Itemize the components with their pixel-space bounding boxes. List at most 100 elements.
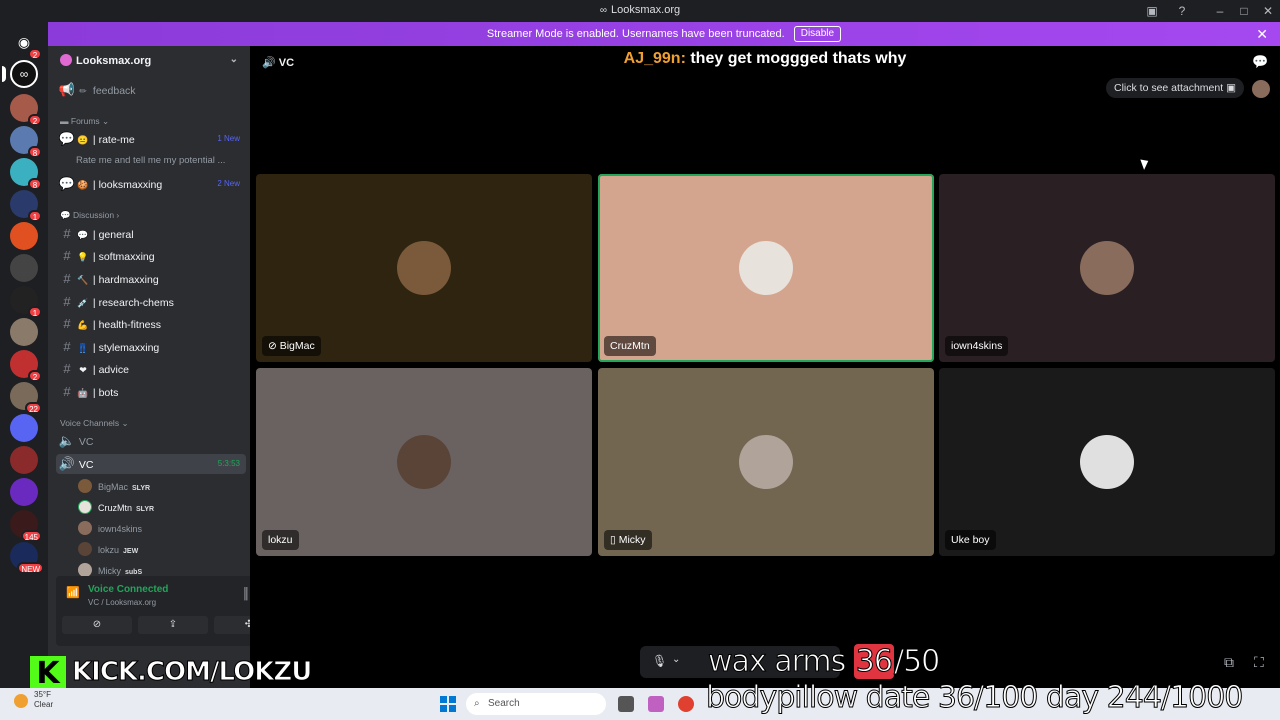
video-tile[interactable]: iown4skins: [939, 174, 1275, 362]
face-icon: 😐: [77, 135, 89, 145]
chat-text: they get moggged thats why: [690, 50, 907, 67]
channel-looksmaxxing[interactable]: 💬 🍪 | looksmaxxing 2 New: [56, 174, 246, 194]
server-icon[interactable]: [10, 254, 38, 282]
pencil-icon: ✏: [79, 86, 87, 96]
bodypillow-day-counter: bodypillow date 36/100 day 244/1000: [705, 680, 1243, 716]
server-icon[interactable]: 22: [10, 382, 42, 414]
server-icon[interactable]: 1: [10, 286, 42, 318]
channel-general[interactable]: # 💬 | general: [56, 224, 246, 244]
server-icon[interactable]: 8: [10, 158, 42, 190]
category-forums[interactable]: ▬ Forums ⌄: [60, 116, 109, 127]
help-icon[interactable]: ?: [1174, 3, 1190, 19]
channel-health-fitness[interactable]: # 💪 | health-fitness: [56, 314, 246, 334]
channel-rate-me[interactable]: 💬 😐 | rate-me 1 New: [56, 129, 246, 149]
category-discussion[interactable]: 💬 Discussion ›: [60, 210, 119, 221]
avatar: [1080, 435, 1134, 489]
close-window-button[interactable]: ✕: [1260, 3, 1276, 19]
voice-status[interactable]: Voice Connected: [88, 584, 168, 595]
channel-advice[interactable]: # ❤ | advice: [56, 359, 246, 379]
tile-name: Uke boy: [945, 530, 996, 550]
thread-rate-me[interactable]: Rate me and tell me my potential ...: [76, 151, 246, 171]
avatar: [78, 563, 92, 577]
forum-icon: 💬: [58, 131, 76, 146]
kick-url-overlay: KICK.COM/LOKZU: [71, 657, 312, 688]
avatar: [739, 241, 793, 295]
server-icon[interactable]: 2: [10, 94, 42, 126]
video-tile[interactable]: ▯ Micky: [598, 368, 934, 556]
avatar: [78, 521, 92, 535]
video-tile[interactable]: lokzu: [256, 368, 592, 556]
video-tile[interactable]: ⊘ BigMac: [256, 174, 592, 362]
share-screen-button[interactable]: ⇪: [138, 616, 208, 634]
wax-arms-counter: wax arms 36/50: [708, 644, 941, 680]
channel-hardmaxxing[interactable]: # 🔨 | hardmaxxing: [56, 269, 246, 289]
server-icon[interactable]: 8: [10, 126, 42, 158]
tile-name: iown4skins: [945, 336, 1009, 356]
voice-member[interactable]: lokzu JEW: [78, 541, 138, 559]
windows-start-icon[interactable]: [440, 696, 456, 712]
weather-icon[interactable]: [14, 694, 28, 708]
infinity-icon: ∞: [599, 5, 608, 16]
avatar: [1252, 80, 1270, 98]
kick-logo: K: [30, 656, 66, 692]
taskbar-search[interactable]: ⌕ Search: [466, 693, 606, 715]
video-icon[interactable]: [10, 414, 38, 442]
chrome-icon[interactable]: [678, 696, 694, 712]
popout-icon[interactable]: ⧉: [1224, 654, 1234, 671]
voice-member[interactable]: BigMac SLYR: [78, 478, 150, 496]
server-icon[interactable]: 1: [10, 190, 42, 222]
category-voice[interactable]: Voice Channels ⌄: [60, 418, 129, 429]
server-icon[interactable]: 145: [10, 510, 42, 542]
video-tile[interactable]: Uke boy: [939, 368, 1275, 556]
guild-header[interactable]: Looksmax.org ⌄: [48, 46, 250, 78]
avatar: [397, 241, 451, 295]
image-icon: ▣: [1226, 82, 1236, 94]
camera-off-button[interactable]: ⊘: [62, 616, 132, 634]
camera-off-icon: ⊘: [268, 340, 280, 352]
disable-button[interactable]: Disable: [793, 26, 842, 43]
channel-softmaxxing[interactable]: # 💡 | softmaxxing: [56, 246, 246, 266]
server-icon[interactable]: [10, 446, 38, 474]
speaker-icon: 🔈: [58, 433, 76, 448]
copilot-icon[interactable]: [648, 696, 664, 712]
weather-widget[interactable]: 35°F Clear: [34, 690, 53, 710]
channel-bots[interactable]: # 🤖 | bots: [56, 382, 246, 402]
chat-message: AJ_99n: they get moggged thats why: [250, 50, 1280, 68]
server-looksmax[interactable]: ∞: [2, 60, 38, 88]
tile-name: ▯ Micky: [604, 530, 652, 550]
channel-research-chems[interactable]: # 💉 | research-chems: [56, 292, 246, 312]
maximize-button[interactable]: □: [1236, 3, 1252, 19]
close-icon[interactable]: ✕: [1256, 22, 1268, 46]
chevron-down-icon[interactable]: ⌄: [672, 654, 680, 665]
voice-channel-vc-active[interactable]: 🔊 VC 5:3:53: [56, 454, 246, 474]
tile-name: ⊘ BigMac: [262, 336, 321, 356]
server-icon[interactable]: [10, 222, 38, 250]
server-icon[interactable]: [10, 478, 38, 506]
voice-member[interactable]: iown4skins: [78, 520, 142, 538]
guild-icon: [60, 54, 72, 66]
noise-suppression-icon[interactable]: ║: [242, 588, 250, 600]
server-rail: ◉ 2 ∞ 2 8 8 1 1 2 22 145 NEW: [0, 22, 48, 720]
channel-feedback[interactable]: 📢 ✏ feedback: [56, 80, 246, 100]
minimize-button[interactable]: –: [1212, 3, 1228, 19]
inbox-icon[interactable]: ▣: [1144, 3, 1160, 19]
server-icon[interactable]: [10, 318, 38, 346]
attachment-button[interactable]: Click to see attachment ▣: [1106, 78, 1244, 98]
folder-icon: ▬: [60, 116, 71, 126]
video-tile[interactable]: CruzMtn: [598, 174, 934, 362]
avatar: [78, 479, 92, 493]
server-icon[interactable]: 2: [10, 350, 42, 382]
cookie-icon: 🍪: [77, 180, 89, 190]
avatar: [1080, 241, 1134, 295]
search-icon: ⌕: [474, 698, 480, 709]
tile-name: lokzu: [262, 530, 299, 550]
task-view-icon[interactable]: [618, 696, 634, 712]
fullscreen-icon[interactable]: ⛶: [1254, 654, 1264, 671]
voice-member[interactable]: CruzMtn SLYR: [78, 499, 154, 517]
microphone-icon[interactable]: 🎙: [652, 654, 667, 668]
voice-channel-vc[interactable]: 🔈 VC: [56, 431, 246, 451]
chat-icon[interactable]: 💬: [1252, 54, 1268, 70]
server-icon[interactable]: NEW: [10, 542, 44, 574]
channel-stylemaxxing[interactable]: # 👖 | stylemaxxing: [56, 337, 246, 357]
discord-home-icon[interactable]: ◉ 2: [10, 28, 42, 60]
